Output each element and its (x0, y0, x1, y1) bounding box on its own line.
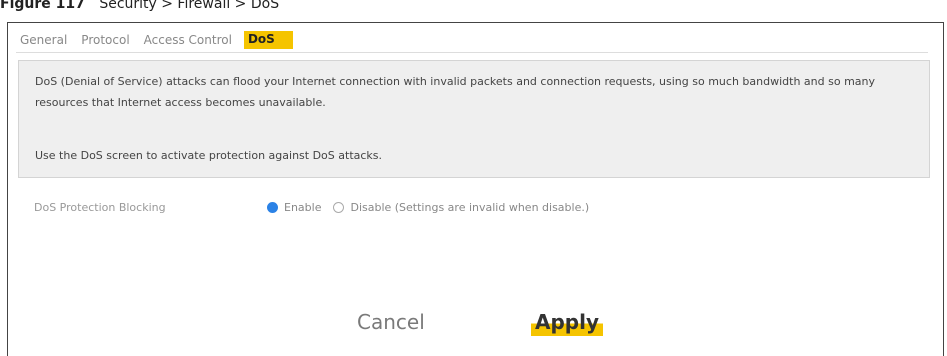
apply-button[interactable]: Apply (531, 308, 604, 336)
disable-radio[interactable] (333, 202, 345, 213)
enable-radio[interactable] (267, 202, 278, 213)
dos-screen: General Protocol Access Control DoS DoS … (7, 22, 944, 356)
tab-general[interactable]: General (18, 31, 69, 49)
tab-protocol[interactable]: Protocol (79, 31, 131, 49)
tab-dos[interactable]: DoS (243, 31, 293, 49)
figure-number: Figure 117 (0, 0, 85, 12)
cancel-button[interactable]: Cancel (353, 308, 429, 338)
dos-protection-label: DoS Protection Blocking (34, 201, 166, 214)
figure-caption: Figure 117 Security > Firewall > DoS (0, 0, 279, 14)
tab-divider (16, 52, 928, 53)
dos-protection-row: DoS Protection Blocking Enable Disable (… (34, 201, 595, 214)
dos-protection-radio-group: Enable Disable (Settings are invalid whe… (267, 201, 595, 214)
info-paragraph-1: DoS (Denial of Service) attacks can floo… (35, 75, 876, 109)
figure-path: Security > Firewall > DoS (99, 0, 280, 12)
info-paragraph-2: Use the DoS screen to activate protectio… (35, 149, 383, 162)
tab-access-control[interactable]: Access Control (142, 31, 234, 49)
info-box: DoS (Denial of Service) attacks can floo… (18, 60, 930, 178)
enable-radio-label[interactable]: Enable (284, 201, 321, 214)
tab-bar: General Protocol Access Control DoS (18, 31, 293, 49)
disable-radio-label[interactable]: Disable (Settings are invalid when disab… (350, 201, 589, 214)
